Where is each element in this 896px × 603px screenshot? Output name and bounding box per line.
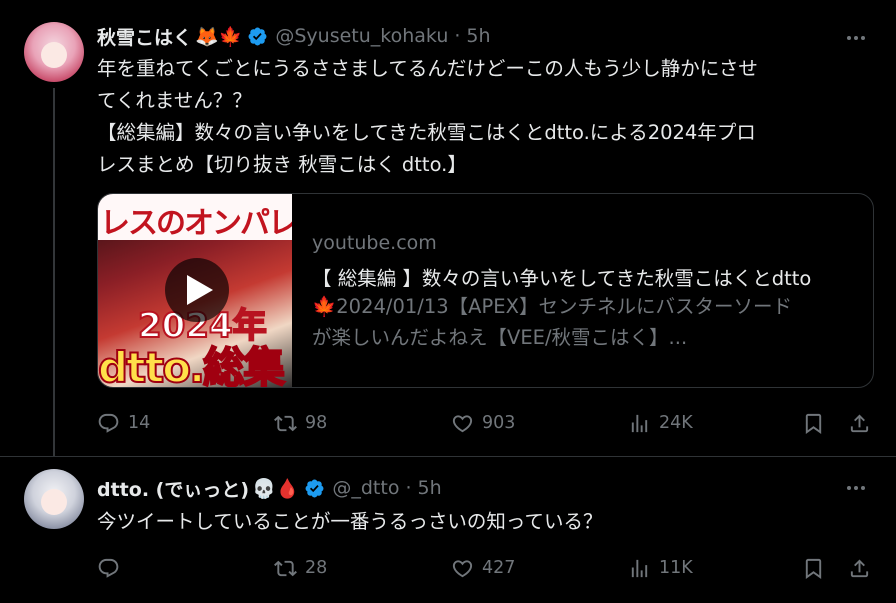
retweet-button[interactable]: 28 bbox=[274, 553, 327, 583]
bookmark-icon bbox=[802, 557, 825, 580]
like-button[interactable]: 903 bbox=[451, 408, 515, 438]
like-icon bbox=[451, 412, 474, 435]
like-icon bbox=[451, 557, 474, 580]
separator-dot: · bbox=[405, 477, 412, 499]
views-count: 11K bbox=[659, 558, 693, 578]
name-emojis: 🦊🍁 bbox=[195, 25, 243, 48]
share-icon bbox=[848, 557, 871, 580]
reply-count: 14 bbox=[128, 413, 151, 433]
reply-button[interactable] bbox=[97, 553, 128, 583]
handle[interactable]: @_dtto bbox=[332, 477, 399, 499]
retweet-icon bbox=[274, 412, 297, 435]
views-icon bbox=[628, 557, 651, 580]
play-icon bbox=[187, 275, 213, 305]
thread-line bbox=[53, 88, 55, 456]
action-bar: 28 427 11K bbox=[97, 553, 877, 583]
link-card[interactable]: レスのオンパレ 2024年 dtto.総集 youtube.com 【 総集編 … bbox=[97, 193, 874, 388]
share-button[interactable] bbox=[848, 553, 871, 583]
more-icon[interactable] bbox=[844, 26, 868, 50]
bookmark-icon bbox=[802, 412, 825, 435]
timestamp[interactable]: 5h bbox=[418, 477, 442, 499]
thumbnail-title: dtto.総集 bbox=[98, 342, 286, 388]
tweet-text: 年を重ねてくごとにうるささましてるんだけどーこの人もう少し静かにさせ てくれませ… bbox=[97, 57, 758, 176]
action-bar: 14 98 903 24K bbox=[97, 408, 877, 438]
display-name[interactable]: 秋雪こはく bbox=[97, 23, 192, 50]
card-description: 🍁2024/01/13【APEX】センチネルにバスターソード が楽しいんだよねえ… bbox=[312, 295, 792, 349]
verified-badge-icon[interactable] bbox=[247, 26, 268, 47]
handle[interactable]: @Syusetu_kohaku bbox=[275, 25, 448, 47]
tweet-header: 秋雪こはく 🦊🍁 @Syusetu_kohaku · 5h bbox=[97, 22, 491, 50]
video-thumbnail[interactable]: レスのオンパレ 2024年 dtto.総集 bbox=[98, 194, 292, 388]
retweet-icon bbox=[274, 557, 297, 580]
views-count: 24K bbox=[659, 413, 693, 433]
tweet[interactable]: 秋雪こはく 🦊🍁 @Syusetu_kohaku · 5h 年を重ねてくごとにう… bbox=[0, 0, 896, 456]
bookmark-button[interactable] bbox=[802, 408, 825, 438]
display-name[interactable]: dtto. (でぃっと) bbox=[97, 475, 249, 502]
more-icon[interactable] bbox=[844, 476, 868, 500]
tweet-header: dtto. (でぃっと) 💀🩸 @_dtto · 5h bbox=[97, 474, 442, 502]
tweet[interactable]: dtto. (でぃっと) 💀🩸 @_dtto · 5h 今ツイートしていることが… bbox=[0, 456, 896, 603]
timestamp[interactable]: 5h bbox=[466, 25, 490, 47]
separator-dot: · bbox=[454, 25, 461, 47]
like-button[interactable]: 427 bbox=[451, 553, 515, 583]
card-domain: youtube.com bbox=[312, 232, 437, 254]
retweet-count: 28 bbox=[305, 558, 328, 578]
views-icon bbox=[628, 412, 651, 435]
views-button[interactable]: 24K bbox=[628, 408, 693, 438]
avatar[interactable] bbox=[24, 469, 84, 529]
share-icon bbox=[848, 412, 871, 435]
reply-icon bbox=[97, 412, 120, 435]
share-button[interactable] bbox=[848, 408, 871, 438]
play-button[interactable] bbox=[165, 258, 229, 322]
avatar[interactable] bbox=[24, 22, 84, 82]
like-count: 427 bbox=[482, 558, 516, 578]
tweet-text: 今ツイートしていることが一番うるっさいの知っている？ bbox=[97, 510, 603, 533]
like-count: 903 bbox=[482, 413, 516, 433]
bookmark-button[interactable] bbox=[802, 553, 825, 583]
retweet-count: 98 bbox=[305, 413, 328, 433]
views-button[interactable]: 11K bbox=[628, 553, 693, 583]
name-emojis: 💀🩸 bbox=[252, 477, 300, 500]
thumbnail-caption: レスのオンパレ bbox=[100, 206, 292, 241]
card-title: 【 総集編 】数々の言い争いをしてきた秋雪こはくとdtto bbox=[312, 267, 812, 290]
verified-badge-icon[interactable] bbox=[304, 478, 325, 499]
reply-button[interactable]: 14 bbox=[97, 408, 150, 438]
reply-icon bbox=[97, 557, 120, 580]
retweet-button[interactable]: 98 bbox=[274, 408, 327, 438]
